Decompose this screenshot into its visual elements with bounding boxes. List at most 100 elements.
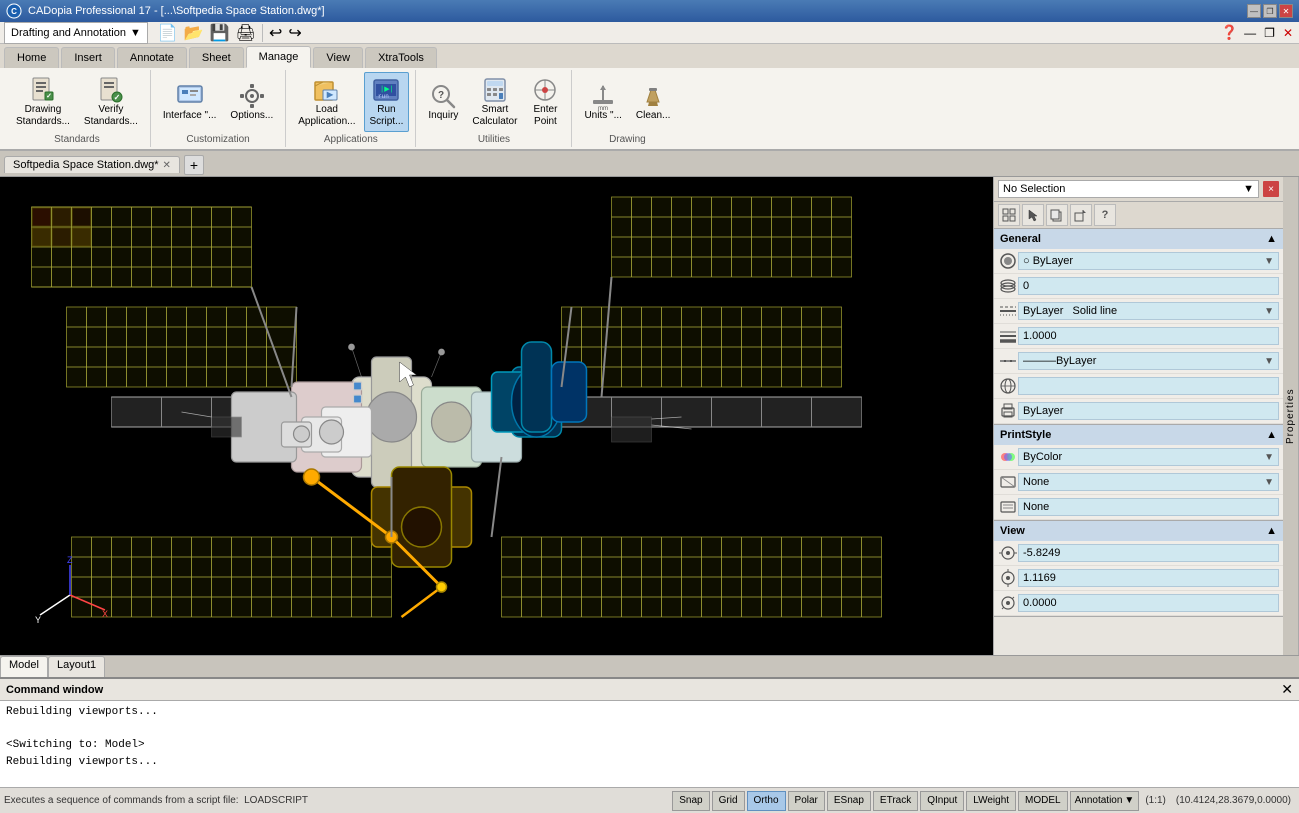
run-script-label: RunScript... <box>370 104 404 128</box>
linestyle-value[interactable]: ———ByLayer ▼ <box>1018 352 1279 370</box>
drawing-standards-icon: ✓ <box>29 76 57 104</box>
none-value-1[interactable]: None ▼ <box>1018 473 1279 491</box>
inquiry-button[interactable]: ? Inquiry <box>422 78 464 126</box>
lweight-button[interactable]: LWeight <box>966 791 1016 811</box>
panel-cursor-button[interactable] <box>1022 204 1044 226</box>
cad-viewport-svg <box>0 177 993 655</box>
tab-home[interactable]: Home <box>4 47 59 68</box>
toolbar-icon-undo[interactable]: ↩ <box>267 23 284 43</box>
inquiry-label: Inquiry <box>428 110 458 122</box>
panel-copy-button[interactable] <box>1046 204 1068 226</box>
color-value[interactable]: ○ ByLayer ▼ <box>1018 252 1279 270</box>
tab-xtratools[interactable]: XtraTools <box>365 47 437 68</box>
toolbar-icon-new[interactable]: 📄 <box>156 23 180 43</box>
tab-insert[interactable]: Insert <box>61 47 115 68</box>
etrack-button[interactable]: ETrack <box>873 791 918 811</box>
workspace-dropdown[interactable]: Drafting and Annotation ▼ <box>4 22 148 44</box>
none-value-2: None <box>1018 498 1279 516</box>
toolbar-icon-print[interactable]: 🖨 <box>234 23 258 43</box>
drawing-standards-button[interactable]: ✓ DrawingStandards... <box>10 72 76 132</box>
polar-button[interactable]: Polar <box>788 791 825 811</box>
utilities-buttons: ? Inquiry <box>422 72 565 132</box>
svg-text:Z: Z <box>67 555 73 565</box>
clean-button[interactable]: Clean... <box>630 78 676 126</box>
command-window-header: Command window ✕ <box>0 679 1299 701</box>
minimize-app-button[interactable]: — <box>1242 26 1258 40</box>
toolbar-icon-open[interactable]: 📂 <box>182 23 206 43</box>
status-bar: Executes a sequence of commands from a s… <box>0 787 1299 813</box>
svg-text:run: run <box>378 93 389 100</box>
none-dropdown-arrow-1: ▼ <box>1264 477 1274 488</box>
toolbar-icon-save[interactable]: 💾 <box>208 23 232 43</box>
panel-grid-button[interactable] <box>998 204 1020 226</box>
interface-icon <box>176 82 204 110</box>
minimize-button[interactable]: — <box>1247 4 1261 18</box>
run-script-button[interactable]: |▶| run RunScript... <box>364 72 410 132</box>
close-button[interactable]: ✕ <box>1279 4 1293 18</box>
menu-bar: Drafting and Annotation ▼ 📄 📂 💾 🖨 ↩ ↪ ❓ … <box>0 22 1299 44</box>
view-y-row: 1.1169 <box>994 566 1283 591</box>
esnap-button[interactable]: ESnap <box>827 791 871 811</box>
grid-button[interactable]: Grid <box>712 791 745 811</box>
viewport[interactable]: Y X Z <box>0 177 993 655</box>
selection-dropdown-arrow: ▼ <box>1243 183 1254 195</box>
layout1-tab[interactable]: Layout1 <box>48 656 105 677</box>
model-button[interactable]: MODEL <box>1018 791 1068 811</box>
ribbon-group-utilities: ? Inquiry <box>416 70 572 147</box>
linestyle-row: ———ByLayer ▼ <box>994 349 1283 374</box>
properties-tab[interactable]: Properties <box>1283 177 1299 655</box>
view-x-icon <box>998 543 1018 563</box>
general-section-header[interactable]: General ▲ <box>994 229 1283 249</box>
options-button[interactable]: Options... <box>224 78 279 126</box>
color-icon <box>998 251 1018 271</box>
command-window-close-button[interactable]: ✕ <box>1281 681 1293 698</box>
bycolor-value[interactable]: ByColor ▼ <box>1018 448 1279 466</box>
tab-sheet[interactable]: Sheet <box>189 47 244 68</box>
interface-button[interactable]: Interface "... <box>157 78 223 126</box>
right-panel: No Selection ▼ × <box>993 177 1283 655</box>
command-line-2 <box>6 721 1293 738</box>
svg-text:X: X <box>102 609 108 619</box>
ortho-button[interactable]: Ortho <box>747 791 786 811</box>
tab-manage[interactable]: Manage <box>246 46 312 68</box>
options-label: Options... <box>230 110 273 122</box>
load-application-button[interactable]: ▶ LoadApplication... <box>292 72 361 132</box>
panel-close-button[interactable]: × <box>1263 181 1279 197</box>
panel-export-button[interactable] <box>1070 204 1092 226</box>
ribbon-group-applications: ▶ LoadApplication... |▶| run Run <box>286 70 416 147</box>
enter-point-button[interactable]: EnterPoint <box>525 72 565 132</box>
snap-button[interactable]: Snap <box>672 791 709 811</box>
view-section-header[interactable]: View ▲ <box>994 521 1283 541</box>
enter-point-icon <box>531 76 559 104</box>
restore-app-button[interactable]: ❐ <box>1262 26 1277 40</box>
ribbon: Home Insert Annotate Sheet Manage View X… <box>0 44 1299 151</box>
document-tab-active[interactable]: Softpedia Space Station.dwg* ✕ <box>4 156 180 173</box>
doc-tab-close-button[interactable]: ✕ <box>163 160 171 171</box>
printstyle-section-header[interactable]: PrintStyle ▲ <box>994 425 1283 445</box>
tab-view[interactable]: View <box>313 47 363 68</box>
linetype-value[interactable]: ByLayer Solid line ▼ <box>1018 302 1279 320</box>
units-button[interactable]: mm Units "... <box>578 78 627 126</box>
command-body[interactable]: Rebuilding viewports... <Switching to: M… <box>0 701 1299 787</box>
qinput-button[interactable]: QInput <box>920 791 964 811</box>
toolbar-icon-redo[interactable]: ↪ <box>286 23 303 43</box>
bycolor-row: ByColor ▼ <box>994 445 1283 470</box>
window-title: CADopia Professional 17 - [...\Softpedia… <box>28 5 325 17</box>
command-window: Command window ✕ Rebuilding viewports...… <box>0 677 1299 787</box>
model-tab[interactable]: Model <box>0 656 48 677</box>
smart-calculator-button[interactable]: SmartCalculator <box>466 72 523 132</box>
panel-help-button[interactable]: ? <box>1094 204 1116 226</box>
annotation-dropdown[interactable]: Annotation ▼ <box>1070 791 1140 811</box>
restore-button[interactable]: ❐ <box>1263 4 1277 18</box>
none-row-2: None <box>994 495 1283 520</box>
close-app-button[interactable]: ✕ <box>1281 26 1295 40</box>
window-controls[interactable]: — ❐ ✕ <box>1247 4 1293 18</box>
smart-calculator-label: SmartCalculator <box>472 104 517 128</box>
tab-annotate[interactable]: Annotate <box>117 47 187 68</box>
help-icon[interactable]: ❓ <box>1221 24 1238 41</box>
new-tab-button[interactable]: + <box>184 155 204 175</box>
verify-standards-button[interactable]: ✓ VerifyStandards... <box>78 72 144 132</box>
clean-icon <box>639 82 667 110</box>
selection-dropdown[interactable]: No Selection ▼ <box>998 180 1259 198</box>
panel-header: No Selection ▼ × <box>994 177 1283 202</box>
